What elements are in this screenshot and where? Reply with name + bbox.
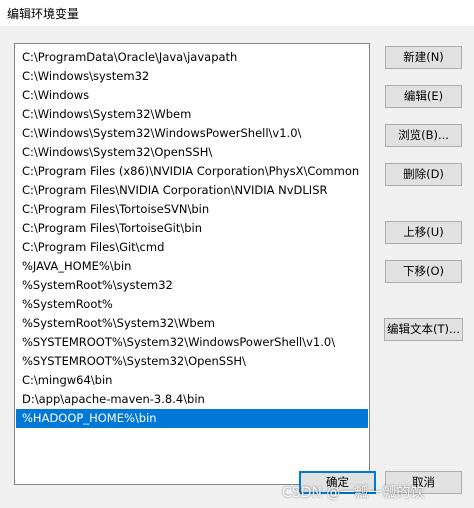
path-list-item[interactable]: C:\Windows bbox=[16, 86, 368, 105]
path-list-item[interactable]: C:\Program Files\TortoiseGit\bin bbox=[16, 219, 368, 238]
window-title: 编辑环境变量 bbox=[7, 7, 80, 21]
new-button[interactable]: 新建(N) bbox=[385, 46, 462, 69]
title-bar[interactable]: 编辑环境变量 bbox=[0, 0, 474, 26]
path-list-item[interactable]: C:\mingw64\bin bbox=[16, 371, 368, 390]
path-list-item[interactable]: %SystemRoot% bbox=[16, 295, 368, 314]
path-list-item[interactable]: C:\Windows\System32\Wbem bbox=[16, 105, 368, 124]
path-list-item[interactable]: C:\Program Files\Git\cmd bbox=[16, 238, 368, 257]
edit-button[interactable]: 编辑(E) bbox=[385, 85, 462, 108]
path-list-item[interactable]: %JAVA_HOME%\bin bbox=[16, 257, 368, 276]
path-list-item[interactable]: C:\Program Files (x86)\NVIDIA Corporatio… bbox=[16, 162, 368, 181]
path-list-item[interactable]: %HADOOP_HOME%\bin bbox=[16, 409, 368, 428]
move-down-button[interactable]: 下移(O) bbox=[385, 260, 462, 283]
path-list-item[interactable]: %SystemRoot%\system32 bbox=[16, 276, 368, 295]
edit-text-button[interactable]: 编辑文本(T)... bbox=[384, 318, 463, 341]
browse-button[interactable]: 浏览(B)... bbox=[385, 124, 462, 147]
path-list[interactable]: C:\ProgramData\Oracle\Java\javapath C:\Wi… bbox=[14, 43, 370, 485]
path-list-item[interactable]: C:\Windows\System32\WindowsPowerShell\v1… bbox=[16, 124, 368, 143]
path-list-item[interactable]: C:\Program Files\NVIDIA Corporation\NVID… bbox=[16, 181, 368, 200]
delete-button[interactable]: 删除(D) bbox=[385, 163, 462, 186]
path-list-item[interactable]: C:\ProgramData\Oracle\Java\javapath bbox=[16, 48, 368, 67]
move-up-button[interactable]: 上移(U) bbox=[385, 221, 462, 244]
path-list-item[interactable]: D:\app\apache-maven-3.8.4\bin bbox=[16, 390, 368, 409]
path-list-item[interactable]: %SYSTEMROOT%\System32\OpenSSH\ bbox=[16, 352, 368, 371]
path-list-item[interactable]: %SYSTEMROOT%\System32\WindowsPowerShell\… bbox=[16, 333, 368, 352]
path-list-item[interactable]: C:\Program Files\TortoiseSVN\bin bbox=[16, 200, 368, 219]
watermark: CSDN @一瓢一瓢的饮 bbox=[282, 485, 425, 501]
path-list-item[interactable]: C:\Windows\system32 bbox=[16, 67, 368, 86]
path-list-item[interactable]: %SystemRoot%\System32\Wbem bbox=[16, 314, 368, 333]
edit-environment-variable-dialog: 编辑环境变量 C:\ProgramData\Oracle\Java\javapa… bbox=[0, 0, 474, 508]
path-list-item[interactable]: C:\Windows\System32\OpenSSH\ bbox=[16, 143, 368, 162]
